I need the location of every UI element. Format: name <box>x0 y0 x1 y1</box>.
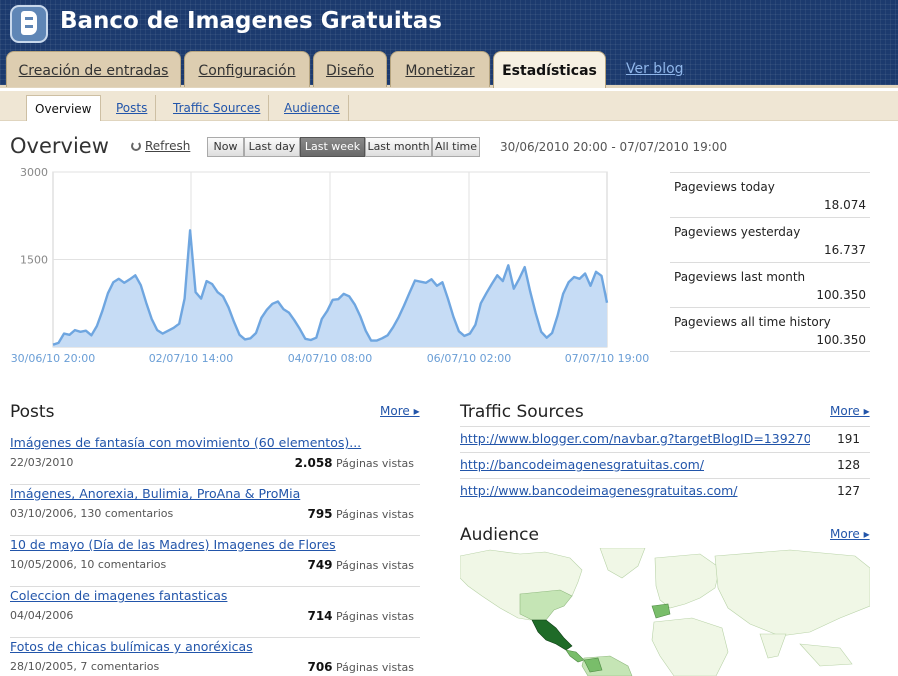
view-blog-link[interactable]: Ver blog <box>626 61 684 77</box>
tab-diseno[interactable]: Diseño <box>313 51 387 87</box>
subtab-audience[interactable]: Audience <box>276 95 349 121</box>
tab-configuracion[interactable]: Configuración <box>184 51 310 87</box>
range-now-button[interactable]: Now <box>207 137 244 157</box>
x-tick-label: 06/07/10 02:00 <box>427 352 512 365</box>
blogger-header: Banco de Imagenes Gratuitas Creación de … <box>0 0 898 88</box>
post-meta: 04/04/2006 <box>10 609 74 622</box>
stat-label: Pageviews all time history <box>674 315 831 329</box>
date-range-label: 30/06/2010 20:00 - 07/07/2010 19:00 <box>500 140 728 154</box>
post-meta: 22/03/2010 <box>10 456 74 469</box>
x-tick-label: 07/07/10 19:00 <box>565 352 650 365</box>
traffic-url-link[interactable]: http://www.blogger.com/navbar.g?targetBl… <box>460 431 810 446</box>
post-row: Fotos de chicas bulímicas y anoréxicas 2… <box>10 638 420 676</box>
traffic-more-link[interactable]: More ▸ <box>830 404 870 418</box>
post-title-link[interactable]: 10 de mayo (Día de las Madres) Imagenes … <box>10 537 336 552</box>
post-views: 2.058 Páginas vistas <box>294 456 414 470</box>
post-row: Imágenes de fantasía con movimiento (60 … <box>10 434 420 485</box>
stat-value: 18.074 <box>824 198 866 212</box>
blog-title: Banco de Imagenes Gratuitas <box>60 8 442 34</box>
x-tick-label: 30/06/10 20:00 <box>11 352 96 365</box>
refresh-icon[interactable] <box>131 141 141 151</box>
stat-value: 100.350 <box>816 288 866 302</box>
subtab-traffic-sources[interactable]: Traffic Sources <box>165 95 270 121</box>
range-last-day-button[interactable]: Last day <box>244 137 300 157</box>
y-tick-label: 1500 <box>20 254 48 267</box>
audience-more-link[interactable]: More ▸ <box>830 527 870 541</box>
overview-title: Overview <box>10 134 109 158</box>
tab-creacion-de-entradas[interactable]: Creación de entradas <box>6 51 181 87</box>
post-views: 795 Páginas vistas <box>307 507 414 521</box>
posts-more-link[interactable]: More ▸ <box>380 404 420 418</box>
traffic-row: http://www.bancodeimagenesgratuitas.com/… <box>460 479 870 505</box>
post-row: Imágenes, Anorexia, Bulimia, ProAna & Pr… <box>10 485 420 536</box>
traffic-heading: Traffic Sources <box>460 402 584 422</box>
stat-all-time: Pageviews all time history 100.350 <box>670 307 870 352</box>
traffic-url-link[interactable]: http://www.bancodeimagenesgratuitas.com/ <box>460 483 810 498</box>
x-tick-label: 04/07/10 08:00 <box>288 352 373 365</box>
stat-last-month: Pageviews last month 100.350 <box>670 262 870 307</box>
blogger-logo-icon[interactable] <box>10 5 48 43</box>
post-views: 706 Páginas vistas <box>307 660 414 674</box>
post-title-link[interactable]: Coleccion de imagenes fantasticas <box>10 588 227 603</box>
stat-value: 100.350 <box>816 333 866 347</box>
post-row: 10 de mayo (Día de las Madres) Imagenes … <box>10 536 420 587</box>
post-title-link[interactable]: Imágenes, Anorexia, Bulimia, ProAna & Pr… <box>10 486 300 501</box>
post-title-link[interactable]: Fotos de chicas bulímicas y anoréxicas <box>10 639 253 654</box>
post-row: Coleccion de imagenes fantasticas 04/04/… <box>10 587 420 638</box>
range-last-month-button[interactable]: Last month <box>365 137 432 157</box>
traffic-url-link[interactable]: http://bancodeimagenesgratuitas.com/ <box>460 457 810 472</box>
post-meta: 03/10/2006, 130 comentarios <box>10 507 174 520</box>
stat-label: Pageviews today <box>674 180 775 194</box>
tab-monetizar[interactable]: Monetizar <box>390 51 490 87</box>
stat-today: Pageviews today 18.074 <box>670 172 870 217</box>
audience-heading: Audience <box>460 525 539 545</box>
range-last-week-button[interactable]: Last week <box>300 137 365 157</box>
traffic-row: http://www.blogger.com/navbar.g?targetBl… <box>460 427 870 453</box>
tab-estadisticas[interactable]: Estadísticas <box>493 51 606 88</box>
subtab-overview[interactable]: Overview <box>26 95 101 121</box>
subtab-posts[interactable]: Posts <box>108 95 157 121</box>
post-views: 749 Páginas vistas <box>307 558 414 572</box>
x-tick-label: 02/07/10 14:00 <box>149 352 234 365</box>
stat-label: Pageviews yesterday <box>674 225 801 239</box>
traffic-count: 128 <box>837 458 860 472</box>
post-meta: 28/10/2005, 7 comentarios <box>10 660 160 673</box>
range-all-time-button[interactable]: All time <box>432 137 480 157</box>
stat-value: 16.737 <box>824 243 866 257</box>
post-meta: 10/05/2006, 10 comentarios <box>10 558 167 571</box>
post-views: 714 Páginas vistas <box>307 609 414 623</box>
y-tick-label: 3000 <box>20 166 48 179</box>
stat-yesterday: Pageviews yesterday 16.737 <box>670 217 870 262</box>
audience-world-map[interactable] <box>460 548 870 676</box>
post-title-link[interactable]: Imágenes de fantasía con movimiento (60 … <box>10 435 361 450</box>
traffic-row: http://bancodeimagenesgratuitas.com/ 128 <box>460 453 870 479</box>
traffic-count: 191 <box>837 432 860 446</box>
traffic-count: 127 <box>837 484 860 498</box>
stat-label: Pageviews last month <box>674 270 806 284</box>
pageviews-chart[interactable]: 3000 1500 30/06/10 20:00 02/07/10 14:00 04/0… <box>0 162 660 372</box>
refresh-link[interactable]: Refresh <box>145 139 190 153</box>
posts-heading: Posts <box>10 402 55 422</box>
stats-subnav: Overview Posts Traffic Sources Audience <box>0 91 898 121</box>
